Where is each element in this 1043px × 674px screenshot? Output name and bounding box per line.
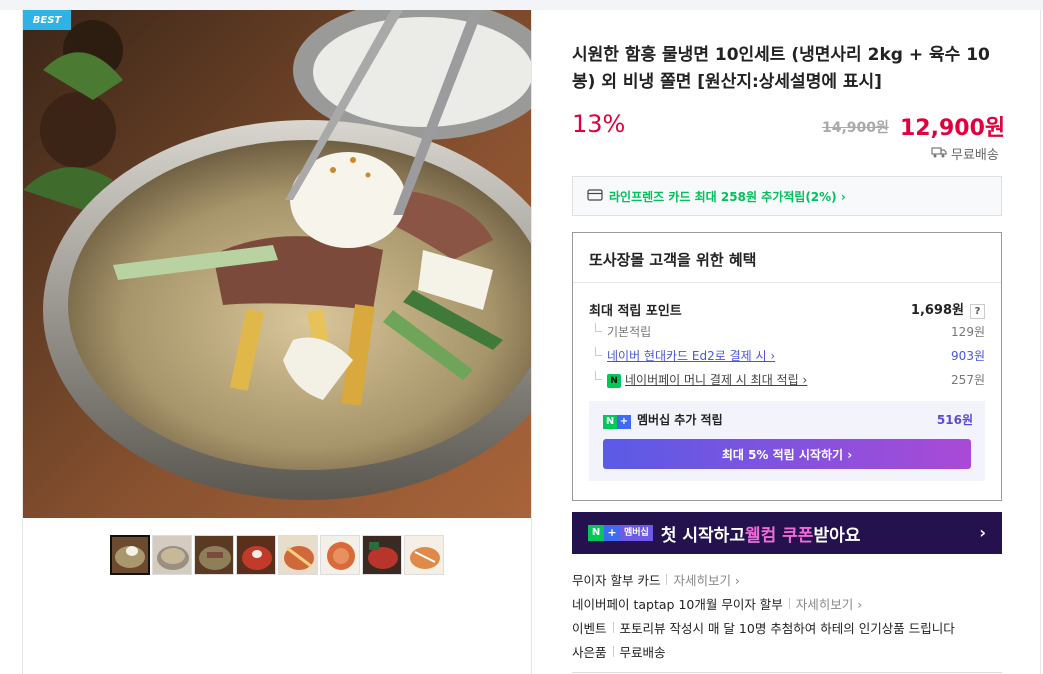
info-label: 무이자 할부 카드 [572, 573, 661, 588]
truck-icon [931, 146, 947, 162]
points-value: 257원 [951, 373, 985, 387]
points-row-basic: 기본적립 129원 [589, 323, 985, 340]
points-label: 기본적립 [589, 323, 651, 340]
info-label: 사은품 [572, 645, 607, 660]
thumbnail-3[interactable] [194, 535, 234, 575]
promo-text-highlight: 웰컴 쿠폰 [744, 525, 814, 546]
divider [573, 282, 1001, 283]
max-points-value: 1,698원 [910, 303, 964, 318]
thumbnail-8[interactable] [404, 535, 444, 575]
max-points-row: 최대 적립 포인트 1,698원? [589, 299, 985, 319]
top-strip [0, 0, 1043, 10]
help-icon[interactable]: ? [970, 304, 985, 319]
promo-text-pre: 첫 시작하고 [660, 525, 745, 546]
npay-money-link[interactable]: 네이버페이 머니 결제 시 최대 적립 › [625, 373, 807, 387]
sale-price: 12,900원 [900, 116, 1006, 141]
points-value: 129원 [951, 325, 985, 339]
info-label: 네이버페이 taptap 10개월 무이자 할부 [572, 597, 783, 612]
divider [788, 598, 790, 609]
thumbnail-4[interactable] [236, 535, 276, 575]
installment-info: 무이자 할부 카드 자세히보기 › [572, 570, 740, 589]
taptap-info: 네이버페이 taptap 10개월 무이자 할부 자세히보기 › [572, 594, 862, 613]
thumbnail-7[interactable] [362, 535, 402, 575]
product-main-image [23, 10, 531, 518]
info-detail: 무료배송 [619, 645, 666, 660]
membership-row: N + 멤버십 추가 적립 516원 [603, 411, 973, 429]
best-badge: BEST [23, 10, 71, 30]
info-label: 이벤트 [572, 621, 607, 636]
benefit-title: 또사장몰 고객을 위한 혜택 [589, 251, 757, 269]
points-row-npay: N 네이버페이 머니 결제 시 최대 적립 › 257원 [589, 371, 985, 388]
benefit-box: 또사장몰 고객을 위한 혜택 최대 적립 포인트 1,698원? 기본적립 12… [572, 232, 1002, 501]
thumbnail-1[interactable] [110, 535, 150, 575]
membership-promo-banner[interactable]: N + 멤버십 첫 시작하고 웰컴 쿠폰 받아요 › [572, 512, 1002, 554]
divider [666, 574, 668, 585]
shipping-label: 무료배송 [951, 148, 999, 163]
card-benefit-banner[interactable]: 라인프렌즈 카드 최대 258원 추가적립(2%) › [572, 176, 1002, 216]
bottom-divider [572, 672, 1002, 673]
chevron-right-icon: › [979, 523, 986, 542]
details-link[interactable]: 자세히보기 › [796, 594, 862, 613]
points-row-card: 네이버 현대카드 Ed2로 결제 시 › 903원 [589, 347, 985, 364]
membership-value: 516원 [936, 413, 973, 427]
right-border [1040, 10, 1041, 674]
max-points-label: 최대 적립 포인트 [589, 303, 682, 319]
nplus-icon: N + [603, 415, 631, 429]
event-info: 이벤트 포토리뷰 작성시 매 달 10명 추첨하여 하테의 인기상품 드립니다 [572, 618, 955, 637]
thumbnail-2[interactable] [152, 535, 192, 575]
thumbnail-5[interactable] [278, 535, 318, 575]
naverpay-icon: N [607, 373, 621, 388]
product-title: 시원한 함흥 물냉면 10인세트 (냉면사리 2kg + 육수 10봉) 외 비… [572, 45, 990, 92]
card-payment-link[interactable]: 네이버 현대카드 Ed2로 결제 시 › [607, 349, 775, 363]
card-benefit-text: 라인프렌즈 카드 최대 258원 추가적립(2%) › [609, 189, 846, 204]
shipping-info: 무료배송 [931, 144, 999, 163]
promo-text-post: 받아요 [813, 525, 861, 546]
points-value: 903원 [951, 349, 985, 363]
original-price: 14,900원 [822, 120, 889, 136]
info-detail: 포토리뷰 작성시 매 달 10명 추첨하여 하테의 인기상품 드립니다 [619, 621, 955, 636]
gift-info: 사은품 무료배송 [572, 642, 666, 661]
membership-badge-icon: N + 멤버십 [588, 525, 653, 541]
divider [612, 622, 614, 633]
membership-label: 멤버십 추가 적립 [637, 413, 723, 427]
membership-area: N + 멤버십 추가 적립 516원 최대 5% 적립 시작하기 › [589, 401, 985, 481]
divider [612, 646, 614, 657]
discount-rate: 13% [572, 110, 626, 138]
start-membership-button[interactable]: 최대 5% 적립 시작하기 › [603, 439, 971, 469]
thumbnail-strip [110, 535, 444, 575]
details-link[interactable]: 자세히보기 › [673, 570, 739, 589]
credit-card-icon [587, 188, 603, 204]
thumbnail-6[interactable] [320, 535, 360, 575]
